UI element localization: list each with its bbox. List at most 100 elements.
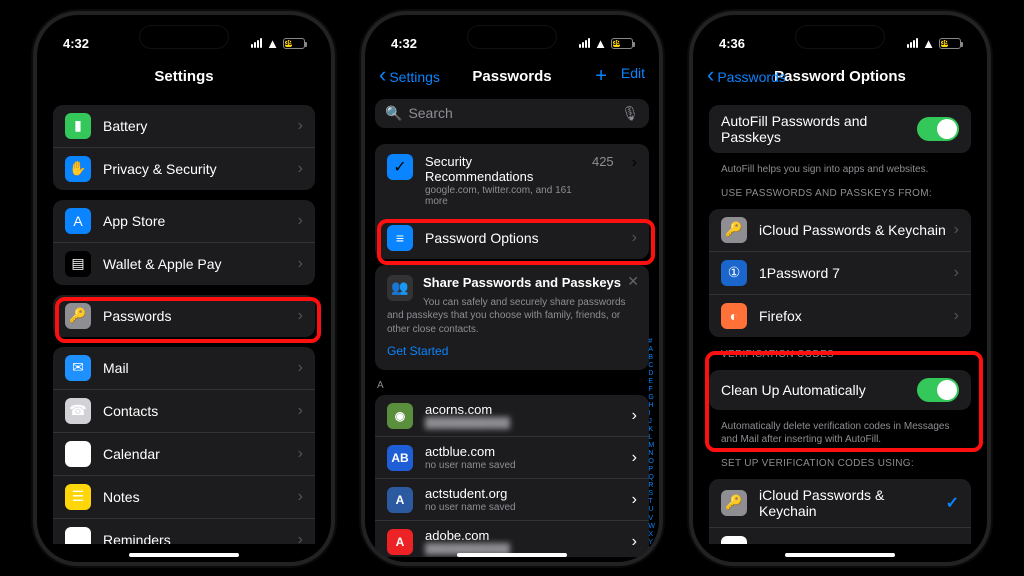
navbar: Settings — [37, 59, 331, 95]
section-header: USE PASSWORDS AND PASSKEYS FROM: — [721, 188, 959, 199]
back-button[interactable]: Settings — [379, 68, 440, 85]
app-icon: A — [65, 208, 91, 234]
close-icon[interactable]: ✕ — [627, 273, 639, 290]
search-placeholder: Search — [408, 105, 452, 121]
settings-row[interactable]: ☰Notes› — [53, 476, 315, 519]
navbar: Passwords Password Options — [693, 59, 987, 95]
battery-icon: 39 — [611, 38, 633, 49]
password-entry[interactable]: ABactblue.comno user name saved› — [375, 437, 649, 479]
password-entry[interactable]: ◉acorns.com████████████› — [375, 395, 649, 437]
chevron-right-icon: › — [298, 307, 303, 325]
password-entry[interactable]: Aadobe.com████████████› — [375, 521, 649, 557]
chevron-right-icon: › — [298, 402, 303, 420]
site-icon: A — [387, 529, 413, 555]
edit-button[interactable]: Edit — [621, 65, 645, 88]
battery-icon: 39 — [283, 38, 305, 49]
settings-row[interactable]: ✉Mail› — [53, 347, 315, 390]
settings-row[interactable]: ✋Privacy & Security› — [53, 148, 315, 190]
chevron-right-icon: › — [298, 445, 303, 463]
share-passwords-card: ✕ 👥 Share Passwords and Passkeys You can… — [375, 265, 649, 371]
settings-row[interactable]: ▦Calendar› — [53, 433, 315, 476]
app-icon: ◐ — [721, 303, 747, 329]
password-entry[interactable]: Aactstudent.orgno user name saved› — [375, 479, 649, 521]
verification-app-row[interactable]: ✻Authenticator — [709, 528, 971, 544]
status-icons: ▲ 39 — [251, 36, 305, 51]
page-title: Password Options — [774, 68, 906, 85]
cleanup-toggle-row[interactable]: Clean Up Automatically — [709, 370, 971, 410]
verification-app-row[interactable]: 🔑iCloud Passwords & Keychain✓ — [709, 479, 971, 528]
chevron-right-icon: › — [954, 264, 959, 282]
home-indicator[interactable] — [785, 553, 895, 557]
password-source-row[interactable]: 🔑iCloud Passwords & Keychain› — [709, 209, 971, 252]
chevron-right-icon: › — [632, 491, 637, 509]
chevron-right-icon: › — [298, 212, 303, 230]
chevron-right-icon: › — [298, 160, 303, 178]
password-source-row[interactable]: ◐Firefox› — [709, 295, 971, 337]
people-icon: 👥 — [387, 275, 413, 301]
navbar: Settings Passwords + Edit — [365, 59, 659, 95]
passwords-row[interactable]: 🔑Passwords› — [53, 295, 315, 337]
chevron-right-icon: › — [632, 154, 637, 172]
chevron-right-icon: › — [954, 221, 959, 239]
cellular-icon — [907, 38, 918, 48]
toggle-switch[interactable] — [917, 117, 959, 141]
search-icon: 🔍 — [385, 105, 402, 122]
mic-icon[interactable]: 🎙 — [621, 105, 639, 122]
chevron-right-icon: › — [298, 488, 303, 506]
shield-icon: ✓ — [387, 154, 413, 180]
count-badge: 425 — [592, 154, 614, 169]
chevron-right-icon: › — [632, 533, 637, 551]
chevron-left-icon — [707, 68, 715, 85]
settings-row[interactable]: ☎Contacts› — [53, 390, 315, 433]
wifi-icon: ▲ — [922, 36, 935, 51]
home-indicator[interactable] — [457, 553, 567, 557]
app-icon: 🔑 — [721, 490, 747, 516]
site-icon: ◉ — [387, 403, 413, 429]
get-started-link[interactable]: Get Started — [387, 344, 448, 358]
alphabet-index[interactable]: #ABCDEFGHIJKLMNOPQRSTUVWXYZ — [648, 338, 655, 555]
status-icons: ▲ 39 — [907, 36, 961, 51]
wifi-icon: ▲ — [594, 36, 607, 51]
settings-row[interactable]: ▤Wallet & Apple Pay› — [53, 243, 315, 285]
app-icon: 🔑 — [721, 217, 747, 243]
site-icon: A — [387, 487, 413, 513]
page-title: Settings — [154, 68, 213, 85]
cellular-icon — [251, 38, 262, 48]
toggle-switch[interactable] — [917, 378, 959, 402]
chevron-right-icon: › — [632, 449, 637, 467]
footer-text: AutoFill helps you sign into apps and we… — [721, 163, 959, 176]
security-recommendations-row[interactable]: ✓ Security Recommendations google.com, t… — [375, 144, 649, 217]
footer-text: Automatically delete verification codes … — [721, 420, 959, 446]
chevron-right-icon: › — [298, 359, 303, 377]
section-header: SET UP VERIFICATION CODES USING: — [721, 458, 959, 469]
slider-icon: ≡ — [387, 225, 413, 251]
phone-settings: 4:32 ▲ 39 Settings ▮Battery›✋Privacy & S… — [33, 11, 335, 566]
cellular-icon — [579, 38, 590, 48]
autofill-toggle-row[interactable]: AutoFill Passwords and Passkeys — [709, 105, 971, 153]
password-source-row[interactable]: ①1Password 7› — [709, 252, 971, 295]
wifi-icon: ▲ — [266, 36, 279, 51]
chevron-left-icon — [379, 68, 387, 85]
phone-password-options: 4:36 ▲ 39 Passwords Password Options Aut… — [689, 11, 991, 566]
app-icon: ▮ — [65, 113, 91, 139]
chevron-right-icon: › — [298, 255, 303, 273]
app-icon: ☰ — [65, 484, 91, 510]
section-header-a: A — [377, 376, 647, 391]
add-button[interactable]: + — [595, 65, 607, 88]
home-indicator[interactable] — [129, 553, 239, 557]
app-icon: ✋ — [65, 156, 91, 182]
battery-icon: 39 — [939, 38, 961, 49]
back-button[interactable]: Passwords — [707, 68, 786, 85]
app-icon: ✻ — [721, 536, 747, 544]
settings-row[interactable]: ☑Reminders› — [53, 519, 315, 544]
check-icon: ✓ — [946, 493, 959, 513]
settings-row[interactable]: ▮Battery› — [53, 105, 315, 148]
search-input[interactable]: 🔍 Search 🎙 — [375, 99, 649, 128]
settings-row[interactable]: AApp Store› — [53, 200, 315, 243]
section-header: VERIFICATION CODES — [721, 349, 959, 360]
app-icon: ☎ — [65, 398, 91, 424]
chevron-right-icon: › — [632, 407, 637, 425]
settings-list[interactable]: ▮Battery›✋Privacy & Security› AApp Store… — [37, 95, 331, 544]
dynamic-island — [139, 25, 229, 49]
password-options-row[interactable]: ≡ Password Options › — [375, 217, 649, 259]
